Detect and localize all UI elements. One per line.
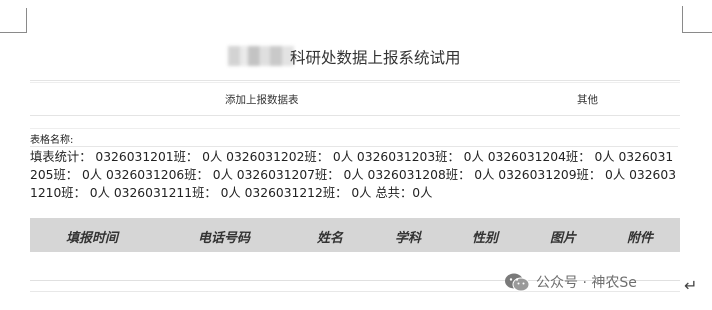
column-header-image: 图片 — [550, 231, 577, 246]
page-title: 科研处数据上报系统试用 — [290, 49, 461, 67]
redacted-title-prefix — [228, 46, 294, 66]
page-corner-mark — [682, 6, 683, 33]
table-header-row: 填报时间 电话号码 姓名 学科 性别 图片 附件 — [30, 218, 680, 252]
spacer-row — [30, 116, 680, 129]
watermark-text: 公众号 · 神农Se — [536, 275, 637, 291]
page-corner-mark — [26, 8, 27, 33]
column-header-name: 姓名 — [317, 231, 344, 246]
column-header-phone: 电话号码 — [198, 231, 251, 246]
tabs-row: 添加上报数据表 其他 — [30, 82, 680, 116]
watermark: 公众号 · 神农Se — [504, 271, 637, 293]
page-corner-mark — [0, 32, 26, 33]
document-page: 科研处数据上报系统试用 添加上报数据表 其他 表格名称: 填表统计： 03260… — [30, 36, 680, 310]
column-header-attachment: 附件 — [627, 231, 654, 246]
table-name-label: 表格名称: — [30, 135, 74, 146]
tab-add-report[interactable]: 添加上报数据表 — [225, 92, 299, 107]
wechat-icon — [505, 273, 530, 292]
title-row: 科研处数据上报系统试用 — [30, 36, 680, 81]
column-header-gender: 性别 — [472, 231, 499, 246]
return-arrow-icon: ↵ — [684, 276, 698, 295]
tab-other[interactable]: 其他 — [577, 92, 598, 107]
page-corner-mark — [683, 32, 712, 33]
fill-statistics: 填表统计： 0326031201班： 0人 0326031202班： 0人 03… — [30, 146, 678, 202]
column-header-subject: 学科 — [395, 231, 422, 246]
column-header-fill-time: 填报时间 — [66, 231, 119, 246]
